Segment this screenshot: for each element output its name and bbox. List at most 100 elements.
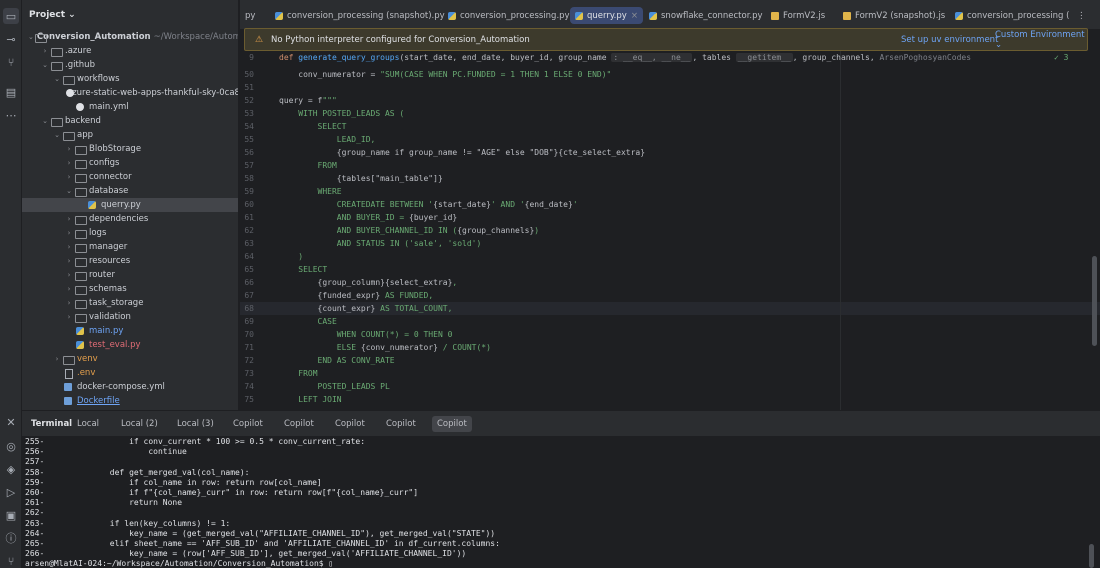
chevron-right-icon[interactable]: › (64, 271, 74, 279)
branch-icon[interactable]: ⑂ (3, 54, 19, 70)
chevron-right-icon[interactable]: › (52, 355, 62, 363)
tree-item[interactable]: main.yml (22, 100, 238, 114)
chevron-right-icon[interactable]: › (64, 145, 74, 153)
tree-item[interactable]: › dependencies (22, 212, 238, 226)
code-line: CREATEDATE BETWEEN '{start_date}' AND '{… (279, 200, 578, 209)
project-folder-icon[interactable]: ▭ (3, 8, 19, 24)
chevron-right-icon[interactable]: › (64, 173, 74, 181)
chevron-down-icon[interactable]: ⌄ (52, 75, 62, 83)
tab-1[interactable]: conversion_processing (snapshot).py (270, 7, 450, 24)
tree-item-label: Dockerfile (77, 396, 120, 406)
chevron-right-icon[interactable]: › (64, 215, 74, 223)
structure-icon[interactable]: ▤ (3, 84, 19, 100)
chevron-right-icon[interactable]: › (64, 299, 74, 307)
problems-icon[interactable]: ⓘ (3, 530, 19, 546)
close-icon[interactable]: × (631, 11, 638, 21)
terminal-tab[interactable]: Local (72, 416, 104, 432)
tree-item[interactable]: › configs (22, 156, 238, 170)
tab-7[interactable]: conversion_processing ( (950, 7, 1074, 24)
setup-uv-link[interactable]: Set up uv environment (901, 35, 998, 45)
inspections-check[interactable]: ✓ 3 (1054, 53, 1068, 62)
tree-item[interactable]: › venv (22, 352, 238, 366)
code-line: {count_expr} AS TOTAL_COUNT, (279, 304, 453, 313)
chevron-right-icon[interactable]: › (64, 313, 74, 321)
tree-item[interactable]: test_eval.py (22, 338, 238, 352)
line-number: 54 (244, 122, 254, 131)
params-b: , tables (692, 53, 731, 62)
terminal-tab[interactable]: Copilot (279, 416, 319, 432)
tree-item[interactable]: ⌄ app (22, 128, 238, 142)
tab-5[interactable]: FormV2.js (766, 7, 830, 24)
tree-item-label: app (77, 130, 93, 140)
tree-item[interactable]: main.py (22, 324, 238, 338)
tab-3[interactable]: querry.py × (570, 7, 643, 24)
terminal-panel[interactable]: 255- if conv_current * 100 >= 0.5 * conv… (22, 436, 1100, 568)
chevron-right-icon[interactable]: › (64, 257, 74, 265)
tab-menu-icon[interactable]: ⋮ (1072, 7, 1091, 24)
chevron-down-icon[interactable]: ⌄ (40, 61, 50, 69)
line-number: 50 (244, 70, 254, 79)
line-number: 53 (244, 109, 254, 118)
tree-item[interactable]: › logs (22, 226, 238, 240)
line-number: 58 (244, 174, 254, 183)
chevron-down-icon[interactable]: ⌄ (64, 187, 74, 195)
tree-item[interactable]: › router (22, 268, 238, 282)
code-token: {end_date} (524, 200, 573, 209)
code-token: {group_channels} (457, 226, 535, 235)
tree-item[interactable]: ⌄Conversion_Automation~/Workspace/Automa… (22, 30, 238, 44)
chevron-right-icon[interactable]: › (64, 229, 74, 237)
editor-tabs: py conversion_processing (snapshot).py con… (240, 0, 1100, 30)
tree-item[interactable]: ⌄ .github (22, 58, 238, 72)
python-packages-icon[interactable]: ✕ (3, 414, 19, 430)
terminal-tab[interactable]: Copilot (381, 416, 421, 432)
git-icon[interactable]: ⑂ (3, 553, 19, 568)
commit-icon[interactable]: ⊸ (3, 31, 19, 47)
tree-item[interactable]: ⌄ backend (22, 114, 238, 128)
tree-item[interactable]: › task_storage (22, 296, 238, 310)
more-tools-icon[interactable]: ⋯ (3, 107, 19, 123)
chevron-right-icon[interactable]: › (40, 47, 50, 55)
tab-2[interactable]: conversion_processing.py (443, 7, 575, 24)
chevron-down-icon[interactable]: ⌄ (40, 117, 50, 125)
project-header[interactable]: Project ⌄ (22, 0, 238, 30)
tree-item[interactable]: querry.py (22, 198, 238, 212)
terminal-line: if col_name in row: return row[col_name] (52, 477, 322, 487)
tab-0[interactable]: py (240, 7, 260, 24)
chevron-right-icon[interactable]: › (64, 159, 74, 167)
terminal-tab[interactable]: Copilot (228, 416, 268, 432)
terminal-tab[interactable]: Copilot (330, 416, 370, 432)
tree-item[interactable]: › validation (22, 310, 238, 324)
tree-item[interactable]: › schemas (22, 282, 238, 296)
terminal-tab[interactable]: Local (2) (116, 416, 163, 432)
tree-item[interactable]: › BlobStorage (22, 142, 238, 156)
tree-item[interactable]: ⌄ workflows (22, 72, 238, 86)
tab-4[interactable]: snowflake_connector.py (644, 7, 768, 24)
editor-scrollbar[interactable] (1092, 256, 1097, 346)
python-console-icon[interactable]: ◎ (3, 438, 19, 454)
chevron-right-icon[interactable]: › (64, 285, 74, 293)
services-icon[interactable]: ◈ (3, 461, 19, 477)
tree-item[interactable]: docker-compose.yml (22, 380, 238, 394)
tree-item[interactable]: › manager (22, 240, 238, 254)
folder-icon (74, 270, 87, 281)
tree-item[interactable]: › resources (22, 254, 238, 268)
tree-item[interactable]: › .azure (22, 44, 238, 58)
tab-6[interactable]: FormV2 (snapshot).js (838, 7, 950, 24)
chevron-down-icon[interactable]: ⌄ (28, 33, 34, 41)
custom-env-link[interactable]: Custom Environment ⌄ (995, 30, 1087, 50)
code-editor[interactable]: 9 def generate_query_groups(start_date, … (240, 51, 1100, 410)
chevron-down-icon[interactable]: ⌄ (52, 131, 62, 139)
terminal-tab[interactable]: Local (3) (172, 416, 219, 432)
tree-item[interactable]: .env (22, 366, 238, 380)
tree-item[interactable]: Dockerfile (22, 394, 238, 408)
tree-item[interactable]: › connector (22, 170, 238, 184)
terminal-line-number: 262- (25, 508, 45, 518)
run-icon[interactable]: ▷ (3, 484, 19, 500)
terminal-scrollbar[interactable] (1089, 544, 1094, 568)
chevron-right-icon[interactable]: › (64, 243, 74, 251)
terminal-tab[interactable]: Copilot (432, 416, 472, 432)
tree-item[interactable]: ⌄ database (22, 184, 238, 198)
tree-item-label: venv (77, 354, 98, 364)
tree-item[interactable]: azure-static-web-apps-thankful-sky-0ca8 (22, 86, 238, 100)
terminal-icon[interactable]: ▣ (3, 507, 19, 523)
